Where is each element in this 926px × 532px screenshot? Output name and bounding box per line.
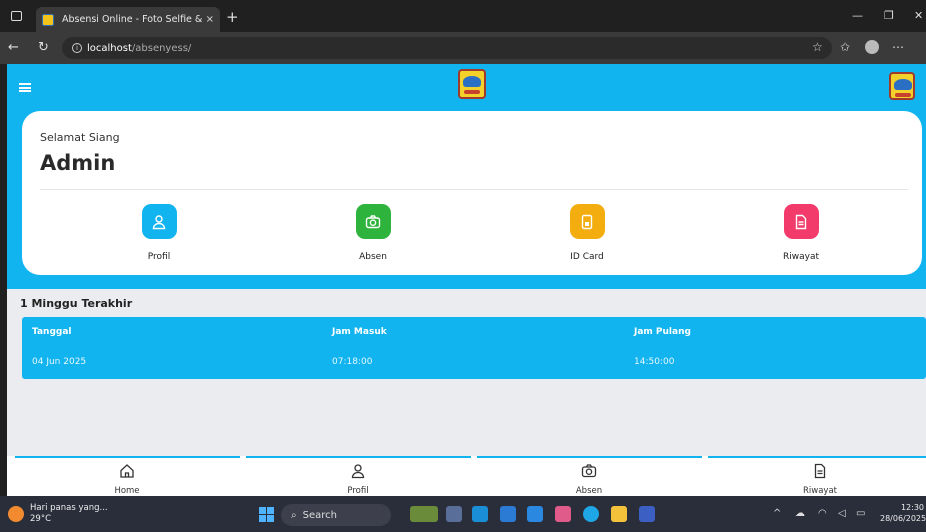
new-tab-button[interactable]: + xyxy=(226,8,239,26)
taskview-icon[interactable] xyxy=(446,506,462,522)
greeting-text: Selamat Siang xyxy=(40,131,120,144)
favicon-icon xyxy=(42,13,54,26)
id-card-icon xyxy=(569,204,605,239)
sidebar-toggle-icon[interactable] xyxy=(11,11,22,21)
nav-absen-label: Absen xyxy=(575,486,603,496)
app-icon[interactable] xyxy=(555,506,571,522)
nav-home-label: Home xyxy=(114,486,140,496)
taskbar-search[interactable]: ⌕ Search xyxy=(281,504,391,526)
vscode-icon[interactable] xyxy=(527,506,543,522)
card-divider xyxy=(40,189,908,190)
wifi-icon[interactable]: ◠ xyxy=(818,508,827,519)
user-name: Admin xyxy=(40,151,116,175)
app-viewport: Selamat Siang Admin Profil Absen ID Card xyxy=(7,64,926,496)
profile-avatar-icon[interactable] xyxy=(865,40,879,54)
edge-icon[interactable] xyxy=(472,506,488,522)
favorites-icon[interactable]: ✩ xyxy=(840,40,850,54)
clock-time: 12:30 xyxy=(900,503,924,512)
user-icon xyxy=(141,204,177,239)
nav-indicator xyxy=(246,456,471,458)
url-host: localhost xyxy=(87,42,132,54)
url-path: /absenyess/ xyxy=(131,42,192,54)
store-icon[interactable] xyxy=(500,506,516,522)
document-icon xyxy=(814,463,826,479)
nav-indicator xyxy=(477,456,702,458)
clock-date: 28/06/2025 xyxy=(880,514,926,523)
user-icon xyxy=(351,464,365,479)
camera-icon xyxy=(355,204,391,239)
nav-profil[interactable]: Profil xyxy=(298,463,418,496)
xampp-icon[interactable] xyxy=(639,506,655,522)
menu-riwayat-label: Riwayat xyxy=(783,252,819,262)
browser-tab[interactable]: Absensi Online - Foto Selfie & Ab × xyxy=(36,7,220,32)
document-icon xyxy=(783,204,819,239)
menu-idcard-label: ID Card xyxy=(570,252,604,262)
windows-start-icon[interactable] xyxy=(259,507,274,522)
nav-profil-label: Profil xyxy=(347,486,369,496)
weather-widget[interactable]: Hari panas yang... 29°C xyxy=(8,503,108,525)
more-options-icon[interactable]: ⋯ xyxy=(892,40,904,54)
tab-title: Absensi Online - Foto Selfie & Ab xyxy=(62,14,202,25)
browser-icon[interactable] xyxy=(583,506,599,522)
menu-absen-button[interactable]: Absen xyxy=(313,204,433,262)
bottom-navigation: Home Profil Absen Riwayat xyxy=(7,456,926,496)
camera-icon xyxy=(581,464,597,478)
column-header-tanggal: Tanggal xyxy=(32,327,72,337)
volume-icon[interactable]: ◁ xyxy=(838,508,846,519)
close-window-icon[interactable]: ✕ xyxy=(914,9,923,22)
cell-tanggal: 04 Jun 2025 xyxy=(32,357,87,367)
search-icon: ⌕ xyxy=(291,509,297,521)
history-title: 1 Minggu Terakhir xyxy=(20,297,133,310)
nav-riwayat-label: Riwayat xyxy=(803,486,837,496)
menu-riwayat-button[interactable]: Riwayat xyxy=(741,204,861,262)
address-bar: ← ↻ i localhost /absenyess/ ☆ ✩ ⋯ xyxy=(0,32,926,64)
tab-close-icon[interactable]: × xyxy=(206,14,214,25)
windows-taskbar: Hari panas yang... 29°C ⌕ Search ^ ☁ ◠ ◁… xyxy=(0,496,926,532)
greeting-card: Selamat Siang Admin Profil Absen ID Card xyxy=(22,111,922,275)
minimize-icon[interactable]: — xyxy=(852,9,863,22)
file-explorer-icon[interactable] xyxy=(611,506,627,522)
weather-sun-icon xyxy=(8,506,24,522)
history-table: Tanggal Jam Masuk Jam Pulang 04 Jun 2025… xyxy=(22,317,926,379)
nav-home[interactable]: Home xyxy=(67,463,187,496)
emblem-logo-small xyxy=(889,72,915,100)
tray-chevron-icon[interactable]: ^ xyxy=(773,508,781,519)
menu-hamburger-icon[interactable] xyxy=(19,83,31,92)
favorite-star-icon[interactable]: ☆ xyxy=(812,40,823,54)
column-header-jam-masuk: Jam Masuk xyxy=(332,327,387,337)
onedrive-icon[interactable]: ☁ xyxy=(795,508,805,519)
home-icon xyxy=(120,464,134,478)
menu-profil-label: Profil xyxy=(147,252,171,262)
nav-indicator xyxy=(708,456,926,458)
weather-temperature: 29°C xyxy=(30,514,52,524)
browser-tab-bar: Absensi Online - Foto Selfie & Ab × + — … xyxy=(0,0,926,32)
site-info-icon[interactable]: i xyxy=(72,43,82,53)
url-field[interactable]: i localhost /absenyess/ xyxy=(62,37,832,59)
header-banner: Selamat Siang Admin Profil Absen ID Card xyxy=(7,64,926,289)
menu-idcard-button[interactable]: ID Card xyxy=(527,204,647,262)
menu-profil-button[interactable]: Profil xyxy=(99,204,219,262)
column-header-jam-pulang: Jam Pulang xyxy=(634,327,691,337)
back-icon[interactable]: ← xyxy=(8,40,19,55)
maximize-icon[interactable]: ❐ xyxy=(884,9,894,22)
emblem-logo xyxy=(458,69,486,99)
reload-icon[interactable]: ↻ xyxy=(38,40,49,55)
nav-riwayat[interactable]: Riwayat xyxy=(760,463,880,496)
cell-jam-pulang: 14:50:00 xyxy=(634,357,675,367)
widget-app-icon[interactable] xyxy=(410,506,438,522)
taskbar-clock[interactable]: 12:30 28/06/2025 xyxy=(880,502,926,524)
nav-indicator xyxy=(15,456,240,458)
nav-absen[interactable]: Absen xyxy=(529,463,649,496)
search-label: Search xyxy=(302,509,337,521)
weather-text: Hari panas yang... xyxy=(30,503,108,513)
menu-absen-label: Absen xyxy=(359,252,387,262)
battery-icon[interactable]: ▭ xyxy=(856,508,865,519)
cell-jam-masuk: 07:18:00 xyxy=(332,357,373,367)
